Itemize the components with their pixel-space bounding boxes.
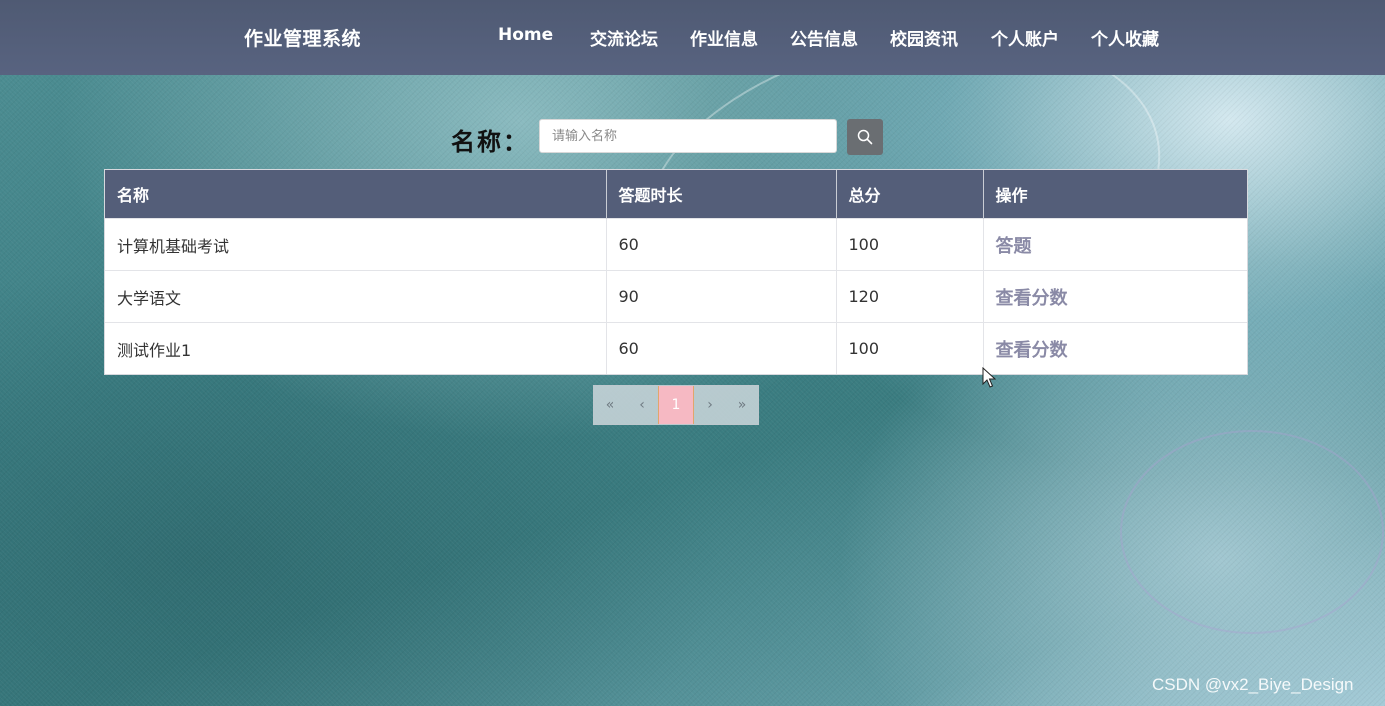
nav-campus-news[interactable]: 校园资讯 xyxy=(890,25,958,50)
search-label: 名称： xyxy=(451,128,529,156)
cell-score: 100 xyxy=(836,218,984,271)
answer-link[interactable]: 答题 xyxy=(996,236,1032,257)
column-header-name: 名称 xyxy=(105,170,607,219)
nav-home[interactable]: Home xyxy=(498,25,553,45)
watermark: CSDN @vx2_Biye_Design xyxy=(1152,675,1354,694)
cell-action: 查看分数 xyxy=(983,270,1247,323)
column-header-duration: 答题时长 xyxy=(606,170,837,219)
cell-name: 计算机基础考试 xyxy=(105,218,607,271)
cell-score: 100 xyxy=(836,322,984,374)
search-input[interactable] xyxy=(539,119,837,153)
nav-assignments[interactable]: 作业信息 xyxy=(690,25,758,50)
view-score-link[interactable]: 查看分数 xyxy=(996,288,1068,309)
cell-duration: 60 xyxy=(606,218,837,271)
table-row: 计算机基础考试 60 100 答题 xyxy=(105,218,1247,271)
cell-name: 测试作业1 xyxy=(105,322,607,374)
view-score-link[interactable]: 查看分数 xyxy=(996,340,1068,361)
page-first-button[interactable]: « xyxy=(594,386,626,424)
nav-announcements[interactable]: 公告信息 xyxy=(790,25,858,50)
cell-duration: 90 xyxy=(606,270,837,323)
cell-action: 查看分数 xyxy=(983,322,1247,374)
top-navbar: 作业管理系统 Home 交流论坛 作业信息 公告信息 校园资讯 个人账户 个人收… xyxy=(0,0,1385,75)
cell-duration: 60 xyxy=(606,322,837,374)
table-header-row: 名称 答题时长 总分 操作 xyxy=(105,170,1247,219)
column-header-action: 操作 xyxy=(983,170,1247,219)
search-icon xyxy=(857,129,873,145)
pagination: « ‹ 1 › » xyxy=(593,385,759,425)
page-current-button[interactable]: 1 xyxy=(658,386,694,424)
nav-forum[interactable]: 交流论坛 xyxy=(590,25,658,50)
page-next-button[interactable]: › xyxy=(694,386,726,424)
assignment-table: 名称 答题时长 总分 操作 计算机基础考试 60 100 答题 大学语文 90 … xyxy=(104,169,1248,375)
table-row: 大学语文 90 120 查看分数 xyxy=(105,270,1247,323)
mouse-cursor-icon xyxy=(982,367,996,388)
cell-name: 大学语文 xyxy=(105,270,607,323)
nav-favorites[interactable]: 个人收藏 xyxy=(1091,25,1159,50)
cell-score: 120 xyxy=(836,270,984,323)
background-decoration xyxy=(1120,430,1384,634)
table-row: 测试作业1 60 100 查看分数 xyxy=(105,322,1247,374)
nav-account[interactable]: 个人账户 xyxy=(991,25,1059,50)
page-last-button[interactable]: » xyxy=(726,386,758,424)
page-prev-button[interactable]: ‹ xyxy=(626,386,658,424)
cell-action: 答题 xyxy=(983,218,1247,271)
column-header-score: 总分 xyxy=(836,170,984,219)
site-brand[interactable]: 作业管理系统 xyxy=(244,24,361,51)
search-button[interactable] xyxy=(847,119,883,155)
